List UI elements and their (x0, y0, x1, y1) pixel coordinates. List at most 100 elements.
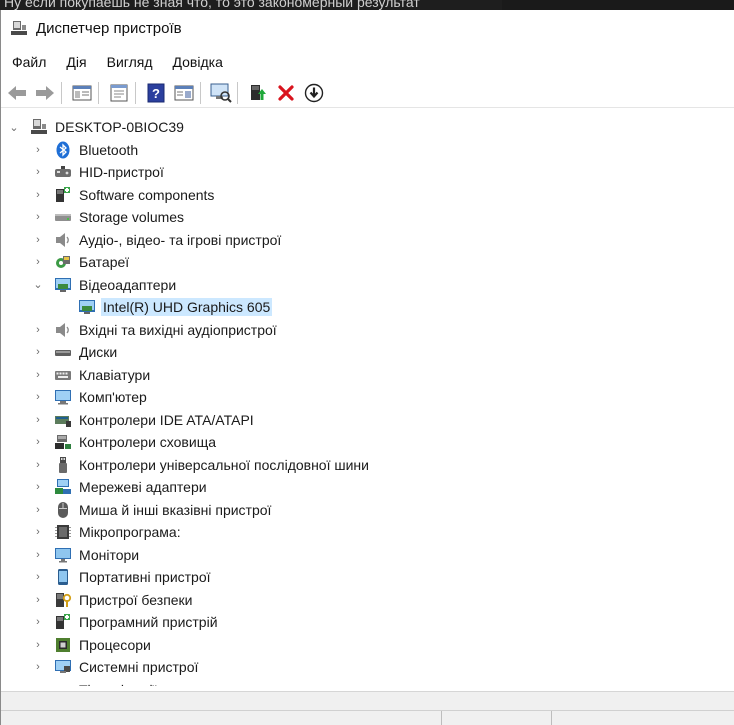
resource-view-button[interactable] (171, 80, 196, 106)
scan-hardware-button[interactable] (208, 80, 233, 106)
chevron-right-icon[interactable]: › (31, 481, 45, 493)
chevron-right-icon[interactable]: › (31, 639, 45, 651)
tree-category[interactable]: › Контролери IDE ATA/ATAPI (31, 409, 256, 431)
properties-button[interactable] (106, 80, 131, 106)
display-adapter-icon (54, 276, 72, 294)
chevron-down-icon[interactable]: ⌄ (31, 278, 45, 291)
tree-category-label: Контролери IDE ATA/ATAPI (79, 411, 254, 428)
tree-category[interactable]: › Диски (31, 341, 119, 363)
background-window-title: Ну если покупаешь не зная что, то это за… (4, 0, 420, 10)
chevron-right-icon[interactable]: › (31, 234, 45, 246)
back-arrow-icon (7, 85, 26, 100)
status-cell (551, 711, 734, 725)
disable-device-button[interactable] (301, 80, 326, 106)
chevron-right-icon[interactable]: › (31, 549, 45, 561)
tree-category[interactable]: › HID-пристрої (31, 161, 166, 183)
tree-category[interactable]: › Системні пристрої (31, 656, 200, 678)
hid-device-icon (54, 163, 72, 181)
tree-category[interactable]: › Bluetooth (31, 139, 140, 161)
speaker-icon (54, 231, 72, 249)
window-title: Диспетчер пристроїв (36, 19, 182, 37)
chevron-right-icon[interactable]: › (31, 369, 45, 381)
background-window-dark (502, 0, 734, 10)
tree-category[interactable]: › Клавіатури (31, 364, 152, 386)
show-hide-console-tree-button[interactable] (69, 80, 94, 106)
speaker-icon (54, 321, 72, 339)
tree-category-label: Вхідні та вихідні аудіопристрої (79, 321, 277, 338)
chevron-right-icon[interactable]: › (31, 684, 45, 687)
chevron-right-icon[interactable]: › (31, 189, 45, 201)
tree-device-item[interactable]: Intel(R) UHD Graphics 605 (55, 296, 273, 318)
computer-root-icon (30, 118, 48, 136)
chevron-right-icon[interactable]: › (31, 661, 45, 673)
chevron-right-icon[interactable]: › (31, 346, 45, 358)
horizontal-scrollbar[interactable] (1, 691, 734, 710)
toolbar: ? (1, 78, 734, 108)
status-cell (441, 711, 551, 725)
help-icon: ? (147, 83, 164, 102)
chevron-right-icon[interactable]: › (31, 571, 45, 583)
chevron-right-icon[interactable]: › (31, 504, 45, 516)
tree-category[interactable]: › Батареї (31, 251, 131, 273)
resource-view-icon (174, 85, 193, 100)
scan-hardware-icon (210, 83, 232, 103)
tree-category-label: Software components (79, 186, 215, 203)
chevron-right-icon[interactable]: › (31, 324, 45, 336)
tree-category[interactable]: › Портативні пристрої (31, 566, 213, 588)
tree-category[interactable]: › Монітори (31, 544, 141, 566)
uninstall-device-button[interactable] (273, 80, 298, 106)
tree-category[interactable]: › Контролери сховища (31, 431, 218, 453)
chevron-down-icon[interactable]: ⌄ (7, 121, 21, 134)
chevron-right-icon[interactable]: › (31, 414, 45, 426)
tree-category[interactable]: › Програмний пристрій (31, 611, 220, 633)
chevron-right-icon[interactable]: › (31, 616, 45, 628)
forward-button[interactable] (32, 80, 57, 106)
help-button[interactable]: ? (143, 80, 168, 106)
tree-category[interactable]: › Процесори (31, 634, 153, 656)
tree-category-label: Пристрої безпеки (79, 591, 193, 608)
device-tree[interactable]: ⌄ DESKTOP-0BIOC39 › Bluetooth › HID-пристро… (1, 116, 734, 686)
menu-help[interactable]: Довідка (162, 50, 232, 74)
chevron-right-icon[interactable]: › (31, 166, 45, 178)
disk-drive-icon (54, 343, 72, 361)
tree-category[interactable]: › Тіньові копії тому сховища (31, 679, 253, 687)
security-device-icon (54, 591, 72, 609)
tree-category[interactable]: › Контролери універсальної послідовної ши… (31, 454, 371, 476)
tree-category[interactable]: › Storage volumes (31, 206, 186, 228)
software-device-icon (54, 613, 72, 631)
system-device-icon (54, 658, 72, 676)
tree-device-label: Intel(R) UHD Graphics 605 (101, 298, 273, 316)
tree-category[interactable]: › Мережеві адаптери (31, 476, 209, 498)
tree-category-label: Відеоадаптери (79, 276, 177, 293)
menu-action[interactable]: Дія (55, 50, 95, 74)
chevron-right-icon[interactable]: › (31, 211, 45, 223)
update-driver-button[interactable] (245, 80, 270, 106)
title-bar[interactable]: Диспетчер пристроїв (1, 10, 734, 46)
tree-category[interactable]: › Мікропрограма: (31, 521, 183, 543)
chevron-right-icon[interactable]: › (31, 526, 45, 538)
chevron-right-icon[interactable]: › (31, 144, 45, 156)
disable-device-icon (304, 83, 323, 102)
toolbar-separator (237, 81, 238, 104)
menu-file[interactable]: Файл (1, 50, 55, 74)
tree-category[interactable]: › Миша й інші вказівні пристрої (31, 499, 273, 521)
chevron-right-icon[interactable]: › (31, 391, 45, 403)
tree-category[interactable]: ⌄ Відеоадаптери (31, 274, 178, 296)
tree-category-label: Контролери сховища (79, 434, 216, 450)
mouse-icon (54, 501, 72, 519)
chevron-right-icon[interactable]: › (31, 436, 45, 448)
menu-view[interactable]: Вигляд (96, 50, 162, 74)
display-adapter-icon (78, 298, 96, 316)
chevron-right-icon[interactable]: › (31, 256, 45, 268)
chevron-right-icon[interactable]: › (31, 459, 45, 471)
tree-category[interactable]: › Software components (31, 184, 216, 206)
tree-category[interactable]: › Аудіо-, відео- та ігрові пристрої (31, 229, 283, 251)
back-button[interactable] (4, 80, 29, 106)
chevron-right-icon[interactable]: › (31, 594, 45, 606)
tree-category[interactable]: › Пристрої безпеки (31, 589, 195, 611)
tree-category[interactable]: › Вхідні та вихідні аудіопристрої (31, 319, 279, 341)
tree-root[interactable]: ⌄ DESKTOP-0BIOC39 (7, 116, 186, 138)
storage-volume-icon (54, 208, 72, 226)
portable-device-icon (54, 568, 72, 586)
tree-category[interactable]: › Комп'ютер (31, 386, 149, 408)
